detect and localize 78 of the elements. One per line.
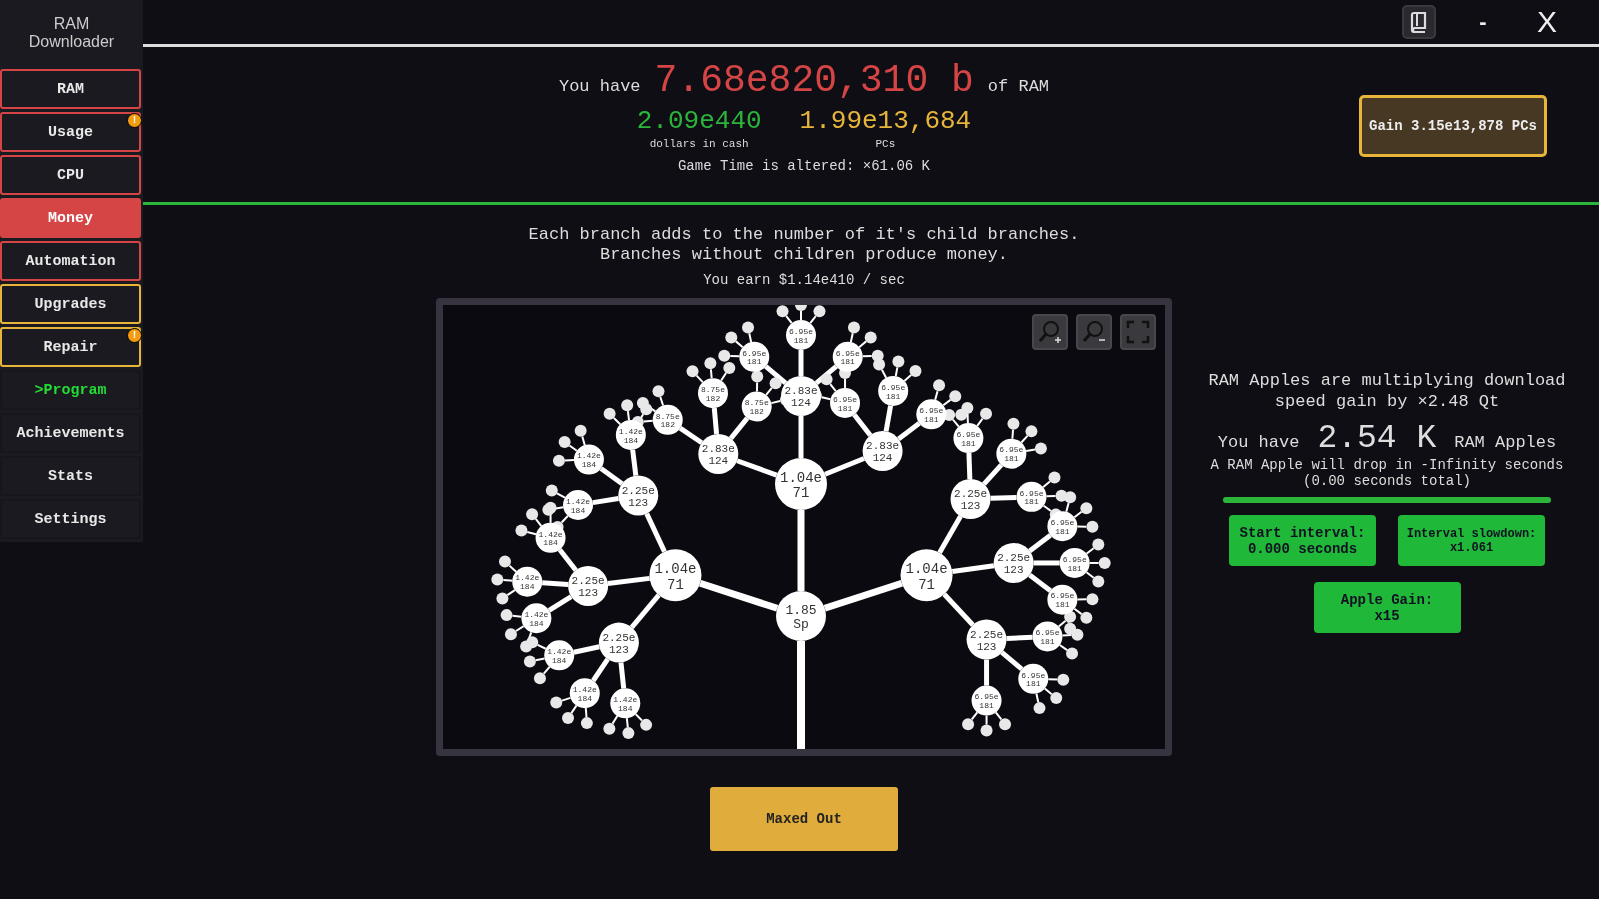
sidebar-item[interactable]: RAM xyxy=(0,69,141,109)
branch-node[interactable]: 6.95e 181 xyxy=(1032,621,1063,652)
apple-upgrade-button[interactable]: Apple Gain: x15 xyxy=(1313,582,1461,633)
apple-count: 2.54 K xyxy=(1317,420,1437,457)
branch-node[interactable]: 6.95e 181 xyxy=(953,423,984,454)
branch-node[interactable]: 2.83e 124 xyxy=(781,376,821,416)
sidebar-item[interactable]: Stats xyxy=(0,456,141,496)
branch-node[interactable]: 1.42e 184 xyxy=(569,678,600,709)
branch-node[interactable]: 6.95e 181 xyxy=(1059,547,1090,578)
description-text: Branches without children produce money. xyxy=(598,245,1010,265)
apple-upgrade-button[interactable]: Start interval: 0.000 seconds xyxy=(1229,515,1376,566)
branch-node[interactable]: 2.25e 123 xyxy=(950,479,991,519)
apples-prefix: You have xyxy=(1217,433,1300,452)
branch-node[interactable]: 8.75e 182 xyxy=(652,404,683,435)
cash-label: dollars in cash xyxy=(649,138,749,150)
sidebar-item[interactable]: Settings xyxy=(0,499,141,539)
branch-node[interactable]: 2.83e 124 xyxy=(862,431,903,472)
branch-node[interactable]: 1.42e 184 xyxy=(610,688,641,719)
alert-badge: ! xyxy=(127,113,142,128)
sidebar-item[interactable]: Money xyxy=(0,198,141,238)
branch-node[interactable]: 1.04e 71 xyxy=(649,549,702,602)
apples-suffix: RAM Apples xyxy=(1454,433,1557,452)
cash-amount: 2.09e440 xyxy=(636,106,762,136)
branch-node[interactable]: 6.95e 181 xyxy=(1016,481,1047,512)
ram-prefix: You have xyxy=(558,77,641,96)
branch-node[interactable]: 6.95e 181 xyxy=(830,387,861,418)
game-time-text: Game Time is altered: ×61.06 K xyxy=(677,158,930,174)
pcs-label: PCs xyxy=(875,138,896,150)
branch-node[interactable]: 6.95e 181 xyxy=(971,685,1002,716)
branch-node[interactable]: 6.95e 181 xyxy=(1047,584,1078,615)
sidebar-item[interactable]: CPU xyxy=(0,155,141,195)
apple-multiplier-text: RAM Apples are multiplying download speed gain by ×2.48 Qt xyxy=(1207,370,1567,412)
earn-rate-text: You earn $1.14e410 / sec xyxy=(703,272,905,288)
maxed-out-button[interactable]: Maxed Out xyxy=(710,787,898,851)
sidebar-item[interactable]: Automation xyxy=(0,241,141,281)
branch-node[interactable]: 6.95e 181 xyxy=(1018,663,1049,694)
branch-node[interactable]: 1.85 Sp xyxy=(776,591,826,641)
branch-node[interactable]: 6.95e 181 xyxy=(878,375,909,406)
description-text: Each branch adds to the number of it's child branches. xyxy=(528,225,1080,245)
branch-node[interactable]: 2.25e 123 xyxy=(993,542,1034,583)
branch-node[interactable]: 6.95e 181 xyxy=(916,399,947,430)
sidebar-item[interactable]: Achievements xyxy=(0,413,141,453)
branch-node[interactable]: 1.04e 71 xyxy=(775,458,827,510)
sidebar-item[interactable]: Usage ! xyxy=(0,112,141,152)
branch-node[interactable]: 6.95e 181 xyxy=(786,320,816,350)
branch-node[interactable]: 6.95e 181 xyxy=(1047,511,1078,542)
ram-amount: 7.68e820,310 b xyxy=(654,59,974,102)
close-button[interactable]: X xyxy=(1530,5,1564,39)
branch-node[interactable]: 1.42e 184 xyxy=(521,603,552,634)
minimize-button[interactable]: - xyxy=(1466,9,1500,35)
apple-upgrade-button[interactable]: Interval slowdown: x1.061 xyxy=(1398,515,1545,566)
apple-total-text: (0.00 seconds total) xyxy=(1303,473,1471,489)
branch-node[interactable]: 1.42e 184 xyxy=(535,522,566,553)
sidebar-item[interactable]: Upgrades xyxy=(0,284,141,324)
branch-node[interactable]: 1.42e 184 xyxy=(573,444,604,475)
apple-drop-text: A RAM Apple will drop in -Infinity seconds xyxy=(1210,457,1564,473)
sidebar-item[interactable]: >Program xyxy=(0,370,141,410)
sidebar-item[interactable]: Repair ! xyxy=(0,327,141,367)
branch-node[interactable]: 1.04e 71 xyxy=(900,549,953,602)
ram-suffix: of RAM xyxy=(987,77,1050,96)
branch-node[interactable]: 1.42e 184 xyxy=(512,566,543,597)
branch-node[interactable]: 6.95e 181 xyxy=(996,438,1027,469)
branch-node[interactable]: 2.25e 123 xyxy=(618,475,659,516)
branch-node[interactable]: 2.25e 123 xyxy=(598,622,639,663)
pcs-amount: 1.99e13,684 xyxy=(799,106,972,136)
app-title: RAM Downloader xyxy=(27,13,116,52)
branch-node[interactable]: 2.83e 124 xyxy=(698,433,739,474)
alert-badge: ! xyxy=(127,328,142,343)
branch-node[interactable]: 6.95e 181 xyxy=(739,341,770,372)
branch-node[interactable]: 8.75e 182 xyxy=(698,378,728,409)
branch-node[interactable]: 8.75e 182 xyxy=(741,391,772,422)
branch-node[interactable]: 2.25e 123 xyxy=(966,619,1007,660)
branch-node[interactable]: 1.42e 184 xyxy=(615,419,646,450)
branch-node[interactable]: 6.95e 181 xyxy=(832,341,863,372)
branch-node[interactable]: 1.42e 184 xyxy=(544,640,575,671)
branch-node[interactable]: 1.42e 184 xyxy=(563,490,593,520)
gain-pcs-button[interactable]: Gain 3.15e13,878 PCs xyxy=(1359,95,1547,157)
branch-node[interactable]: 2.25e 123 xyxy=(568,565,609,606)
